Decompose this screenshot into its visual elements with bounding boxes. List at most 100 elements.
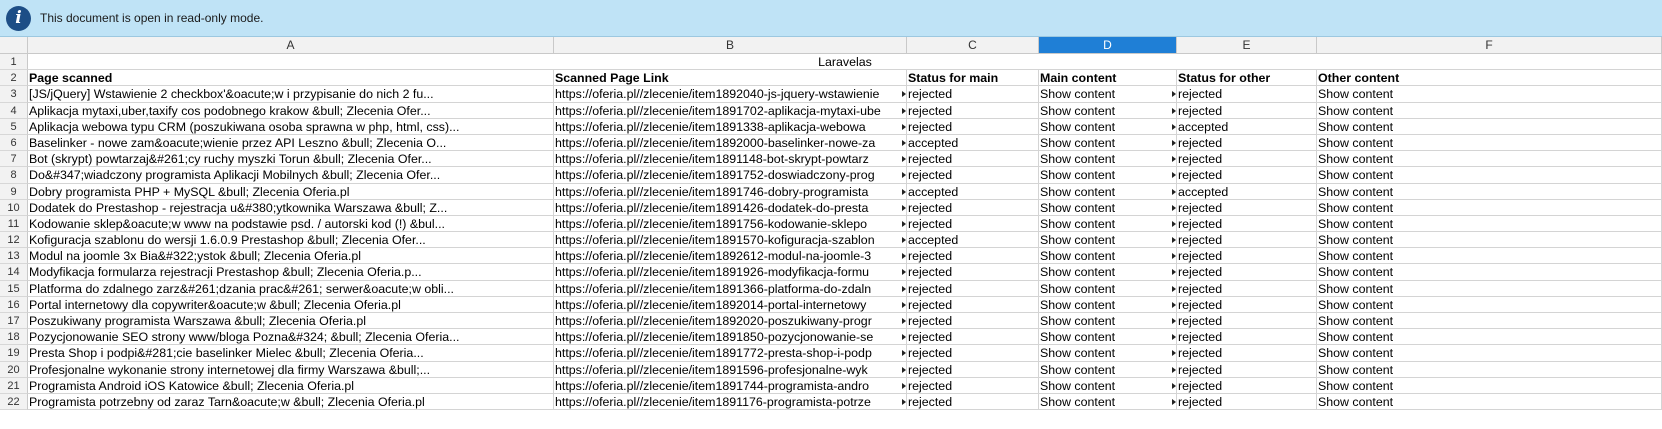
cell-status-main[interactable]: rejected [907,361,1039,378]
cell-status-other[interactable]: rejected [1177,264,1317,281]
row-header[interactable]: 16 [0,296,28,313]
cell-page-scanned[interactable]: Platforma do zdalnego zarz&#261;dzania p… [28,280,554,297]
cell-scanned-link[interactable]: https://oferia.pl//zlecenie/item1891596-… [554,361,907,378]
row-header[interactable]: 3 [0,86,28,103]
cell-status-main[interactable]: accepted [907,183,1039,200]
cell-main-content[interactable]: Show content [1039,280,1177,297]
cell-other-content[interactable]: Show content [1317,118,1662,135]
cell-other-content[interactable]: Show content [1317,151,1662,168]
cell-scanned-link[interactable]: https://oferia.pl//zlecenie/item1891926-… [554,264,907,281]
cell-page-scanned[interactable]: Programista potrzebny od zaraz Tarn&oacu… [28,393,554,411]
cell-scanned-link[interactable]: https://oferia.pl//zlecenie/item1892612-… [554,248,907,265]
cell-page-scanned[interactable]: Bot (skrypt) powtarzaj&#261;cy ruchy mys… [28,151,554,168]
cell-page-scanned[interactable]: Kofiguracja szablonu do wersji 1.6.0.9 P… [28,232,554,249]
cell-status-other[interactable]: rejected [1177,393,1317,411]
cell-page-scanned[interactable]: Baselinker - nowe zam&oacute;wienie prze… [28,134,554,152]
column-header-e[interactable]: E [1177,37,1317,54]
cell-scanned-link[interactable]: https://oferia.pl//zlecenie/item1892040-… [554,86,907,103]
cell-main-content[interactable]: Show content [1039,134,1177,152]
cell-other-content[interactable]: Show content [1317,377,1662,394]
header-cell-status-main[interactable]: Status for main [907,70,1039,87]
cell-status-other[interactable]: rejected [1177,134,1317,152]
header-cell-scanned-link[interactable]: Scanned Page Link [554,70,907,87]
cell-other-content[interactable]: Show content [1317,329,1662,346]
cell-status-other[interactable]: rejected [1177,102,1317,119]
cell-other-content[interactable]: Show content [1317,86,1662,103]
cell-page-scanned[interactable]: Dodatek do Prestashop - rejestracja u&#3… [28,199,554,216]
cell-status-main[interactable]: rejected [907,102,1039,119]
cell-other-content[interactable]: Show content [1317,215,1662,233]
row-header[interactable]: 17 [0,313,28,330]
cell-scanned-link[interactable]: https://oferia.pl//zlecenie/item1892014-… [554,296,907,313]
cell-other-content[interactable]: Show content [1317,183,1662,200]
row-header[interactable]: 18 [0,329,28,346]
cell-scanned-link[interactable]: https://oferia.pl//zlecenie/item1891148-… [554,151,907,168]
cell-status-main[interactable]: rejected [907,329,1039,346]
column-header-d[interactable]: D [1039,37,1177,54]
cell-status-main[interactable]: rejected [907,296,1039,313]
cell-main-content[interactable]: Show content [1039,151,1177,168]
cell-scanned-link[interactable]: https://oferia.pl//zlecenie/item1891752-… [554,167,907,184]
cell-status-main[interactable]: rejected [907,313,1039,330]
cell-status-other[interactable]: rejected [1177,345,1317,362]
cell-page-scanned[interactable]: Pozycjonowanie SEO strony www/bloga Pozn… [28,329,554,346]
cell-status-main[interactable]: accepted [907,232,1039,249]
header-cell-status-other[interactable]: Status for other [1177,70,1317,87]
column-header-f[interactable]: F [1317,37,1662,54]
cell-scanned-link[interactable]: https://oferia.pl//zlecenie/item1891338-… [554,118,907,135]
row-header[interactable]: 2 [0,70,28,87]
cell-other-content[interactable]: Show content [1317,264,1662,281]
cell-status-other[interactable]: rejected [1177,329,1317,346]
cell-other-content[interactable]: Show content [1317,280,1662,297]
cell-status-other[interactable]: rejected [1177,296,1317,313]
row-header[interactable]: 10 [0,199,28,216]
row-header[interactable]: 22 [0,393,28,411]
cell-status-other[interactable]: rejected [1177,199,1317,216]
cell-other-content[interactable]: Show content [1317,232,1662,249]
cell-status-main[interactable]: rejected [907,118,1039,135]
cell-status-main[interactable]: rejected [907,167,1039,184]
cell-status-other[interactable]: accepted [1177,183,1317,200]
cell-other-content[interactable]: Show content [1317,199,1662,216]
column-header-a[interactable]: A [28,37,554,54]
row-header[interactable]: 12 [0,232,28,249]
cell-scanned-link[interactable]: https://oferia.pl//zlecenie/item1891366-… [554,280,907,297]
cell-status-main[interactable]: accepted [907,134,1039,152]
cell-scanned-link[interactable]: https://oferia.pl//zlecenie/item1891756-… [554,215,907,233]
cell-page-scanned[interactable]: [JS/jQuery] Wstawienie 2 checkbox'&oacut… [28,86,554,103]
cell-page-scanned[interactable]: Portal internetowy dla copywriter&oacute… [28,296,554,313]
cell-main-content[interactable]: Show content [1039,118,1177,135]
cell-status-main[interactable]: rejected [907,151,1039,168]
cell-page-scanned[interactable]: Poszukiwany programista Warszawa &bull; … [28,313,554,330]
cell-main-content[interactable]: Show content [1039,248,1177,265]
row-header[interactable]: 6 [0,134,28,152]
cell-status-other[interactable]: rejected [1177,151,1317,168]
cell-main-content[interactable]: Show content [1039,102,1177,119]
cell-status-main[interactable]: rejected [907,199,1039,216]
cell-page-scanned[interactable]: Programista Android iOS Katowice &bull; … [28,377,554,394]
row-header[interactable]: 13 [0,248,28,265]
column-header-b[interactable]: B [554,37,907,54]
cell-scanned-link[interactable]: https://oferia.pl//zlecenie/item1891746-… [554,183,907,200]
cell-scanned-link[interactable]: https://oferia.pl//zlecenie/item1891570-… [554,232,907,249]
cell-status-main[interactable]: rejected [907,345,1039,362]
cell-scanned-link[interactable]: https://oferia.pl//zlecenie/item1892000-… [554,134,907,152]
cell-other-content[interactable]: Show content [1317,313,1662,330]
cell-other-content[interactable]: Show content [1317,345,1662,362]
spreadsheet-grid[interactable]: A B C D E F 1 Laravelas 2 Page scanned S… [0,37,1662,429]
cell-other-content[interactable]: Show content [1317,393,1662,411]
cell-page-scanned[interactable]: Kodowanie sklep&oacute;w www na podstawi… [28,215,554,233]
cell-status-other[interactable]: rejected [1177,313,1317,330]
cell-status-main[interactable]: rejected [907,264,1039,281]
cell-page-scanned[interactable]: Do&#347;wiadczony programista Aplikacji … [28,167,554,184]
row-header[interactable]: 9 [0,183,28,200]
cell-status-other[interactable]: rejected [1177,86,1317,103]
cell-other-content[interactable]: Show content [1317,134,1662,152]
cell-scanned-link[interactable]: https://oferia.pl//zlecenie/item1892020-… [554,313,907,330]
row-header[interactable]: 15 [0,280,28,297]
cell-status-main[interactable]: rejected [907,377,1039,394]
cell-main-content[interactable]: Show content [1039,296,1177,313]
row-header[interactable]: 14 [0,264,28,281]
cell-page-scanned[interactable]: Dobry programista PHP + MySQL &bull; Zle… [28,183,554,200]
cell-other-content[interactable]: Show content [1317,167,1662,184]
